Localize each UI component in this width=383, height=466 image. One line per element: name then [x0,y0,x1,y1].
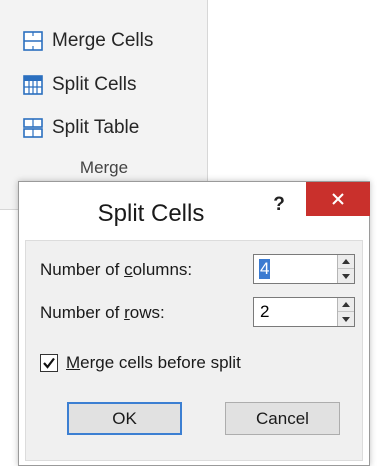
merge-before-split-checkbox[interactable] [40,354,58,372]
merge-cells-button[interactable]: Merge Cells [22,25,153,57]
dialog-body: Number of columns: 4 Number of rows: 2 M… [25,240,363,461]
dialog-titlebar[interactable]: Split Cells ? [19,182,370,240]
chevron-up-icon [342,259,350,264]
merge-before-split-label: Merge cells before split [66,353,241,372]
chevron-down-icon [342,273,350,279]
rows-spin-buttons [337,298,354,326]
close-icon [332,193,344,205]
chevron-down-icon [342,316,350,322]
merge-cells-icon [23,31,43,51]
close-button[interactable] [306,182,370,216]
split-cells-dialog: Split Cells ? Number of columns: 4 Numbe [18,181,370,466]
help-button[interactable]: ? [267,194,291,220]
rows-label: Number of rows: [40,303,165,322]
group-label: Merge [79,158,129,177]
columns-down-button[interactable] [338,269,354,283]
merge-before-split-option[interactable]: Merge cells before split [40,353,241,373]
ok-button[interactable]: OK [67,402,182,435]
merge-cells-label: Merge Cells [52,30,154,51]
chevron-up-icon [342,302,350,307]
columns-label: Number of columns: [40,260,193,279]
split-table-button[interactable]: Split Table [22,112,139,144]
ribbon-merge-group: Merge Cells Split Cells Split Table Merg… [0,0,208,210]
split-table-label: Split Table [52,117,140,138]
rows-down-button[interactable] [338,312,354,326]
rows-spinner[interactable]: 2 [253,297,355,327]
cancel-button[interactable]: Cancel [225,402,340,435]
split-cells-button[interactable]: Split Cells [22,69,136,101]
split-cells-icon [23,75,43,95]
dialog-title: Split Cells [97,200,205,227]
split-cells-label: Split Cells [52,74,137,95]
rows-input[interactable]: 2 [259,302,270,322]
columns-spin-buttons [337,255,354,283]
columns-input[interactable]: 4 [259,259,271,279]
columns-spinner[interactable]: 4 [253,254,355,284]
rows-up-button[interactable] [338,298,354,312]
columns-up-button[interactable] [338,255,354,269]
split-table-icon [23,118,43,138]
checkmark-icon [43,357,55,369]
